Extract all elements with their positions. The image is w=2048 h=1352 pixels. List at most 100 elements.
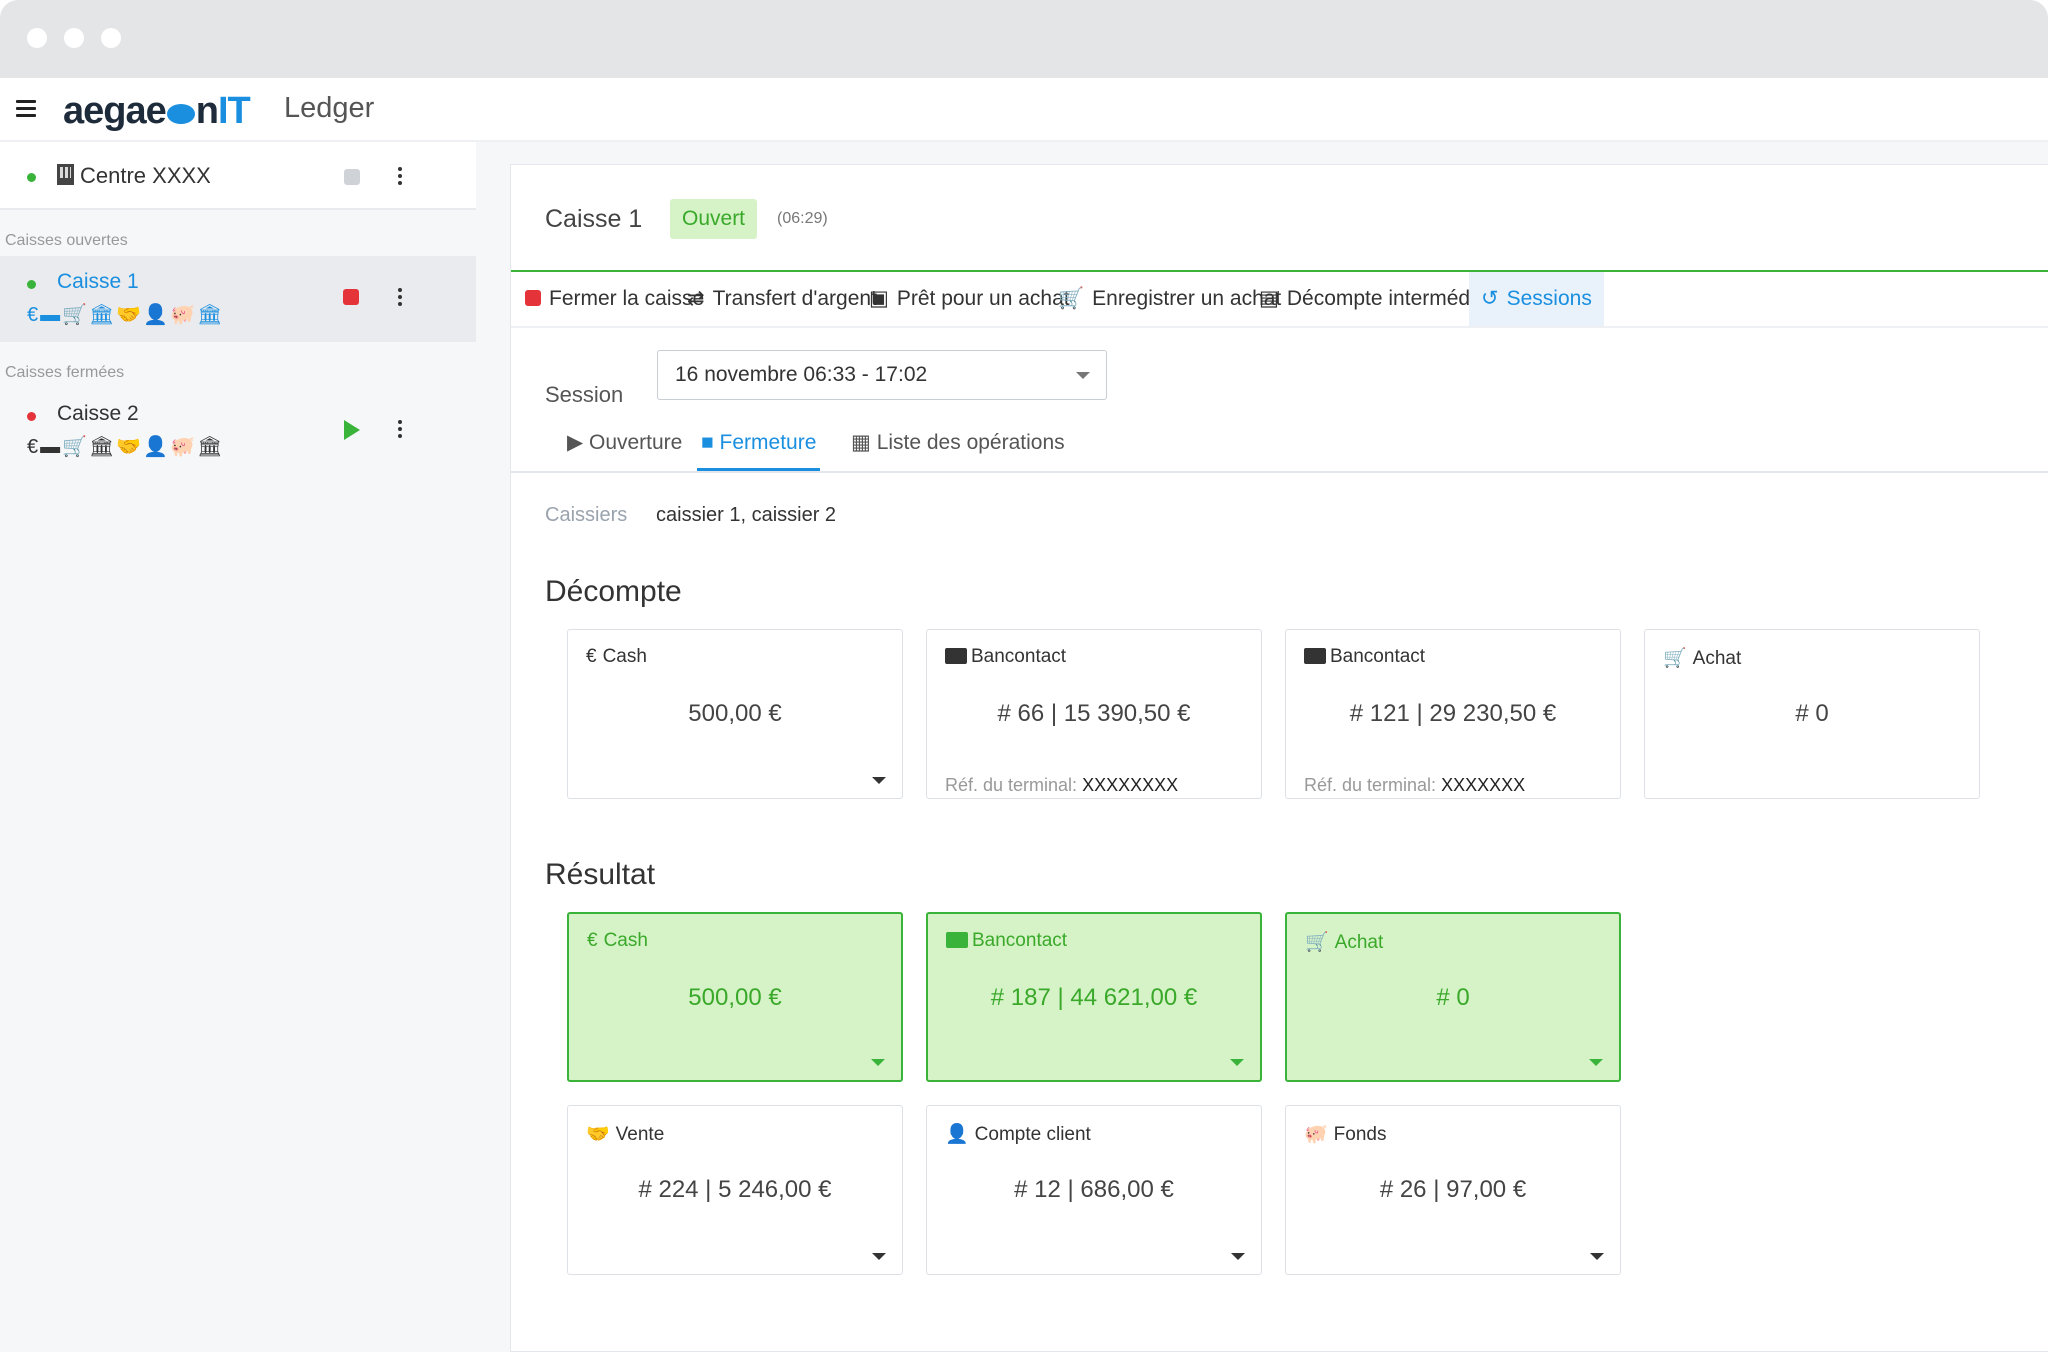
card-value: # 187 | 44 621,00 € bbox=[990, 984, 1198, 1011]
logo: aegae nIT bbox=[63, 90, 251, 132]
session-value: 16 novembre 06:33 - 17:02 bbox=[675, 363, 928, 386]
purchase-loan-button[interactable]: ▣ Prêt pour un achat bbox=[869, 272, 1070, 326]
card-value: # 66 | 15 390,50 € bbox=[997, 700, 1191, 727]
action-toolbar: Fermer la caisse ⇄ Transfert d'argent ▣ Pr… bbox=[511, 272, 2048, 328]
count-card-purchase[interactable]: 🛒 Achat # 0 bbox=[1644, 629, 1980, 799]
center-status-square bbox=[344, 169, 360, 185]
result-card-sale[interactable]: 🤝 Vente # 224 | 5 246,00 € bbox=[567, 1105, 903, 1275]
card-title: Bancontact bbox=[1330, 646, 1426, 667]
result-card-bancontact[interactable]: Bancontact # 187 | 44 621,00 € bbox=[926, 912, 1262, 1082]
closed-registers-label: Caisses fermées bbox=[5, 364, 125, 381]
card-title: Fonds bbox=[1333, 1124, 1387, 1145]
count-heading: Décompte bbox=[545, 575, 682, 608]
register-item-caisse-2[interactable]: Caisse 2 €▬🛒🏛🤝👤🐖🏛 bbox=[0, 388, 476, 474]
card-title: Vente bbox=[615, 1124, 665, 1145]
card-title: Bancontact bbox=[971, 646, 1067, 667]
transfer-money-button[interactable]: ⇄ Transfert d'argent bbox=[687, 272, 877, 326]
chevron-down-icon[interactable] bbox=[872, 777, 886, 784]
chevron-down-icon[interactable] bbox=[1231, 1253, 1245, 1260]
register-capabilities-icons: €▬🛒🏛🤝👤🐖🏛 bbox=[27, 436, 225, 458]
register-more-icon[interactable] bbox=[397, 420, 403, 440]
chevron-down-icon bbox=[1076, 372, 1090, 379]
card-title: Cash bbox=[602, 646, 647, 667]
menu-icon[interactable] bbox=[16, 100, 36, 118]
window-titlebar bbox=[0, 0, 2048, 78]
main-area: Caisse 1 Ouvert (06:29) Fermer la caisse… bbox=[476, 142, 2048, 1352]
tab-operations[interactable]: ▦ Liste des opérations bbox=[851, 423, 1065, 471]
play-icon[interactable] bbox=[344, 420, 360, 440]
chevron-down-icon[interactable] bbox=[871, 1059, 885, 1066]
stop-icon: ■ bbox=[701, 431, 720, 454]
stop-icon bbox=[525, 290, 541, 306]
window-close-dot[interactable] bbox=[27, 28, 47, 48]
register-more-icon[interactable] bbox=[397, 288, 403, 308]
chevron-down-icon[interactable] bbox=[1590, 1253, 1604, 1260]
handshake-icon: 🤝 bbox=[586, 1124, 610, 1145]
count-card-bancontact-2[interactable]: Bancontact # 121 | 29 230,50 € Réf. du t… bbox=[1285, 629, 1621, 799]
cart-icon: 🛒 bbox=[1058, 287, 1085, 310]
card-value: 500,00 € bbox=[688, 984, 782, 1011]
tab-opening[interactable]: ▶ Ouverture bbox=[567, 423, 682, 471]
status-dot-open bbox=[27, 173, 36, 182]
result-card-customer-account[interactable]: 👤 Compte client # 12 | 686,00 € bbox=[926, 1105, 1262, 1275]
user-icon: 👤 bbox=[945, 1124, 969, 1145]
cart-icon: 🛒 bbox=[1663, 648, 1687, 669]
clipboard-icon: ▦ bbox=[851, 431, 877, 454]
window-maximize-dot[interactable] bbox=[101, 28, 121, 48]
app-header: aegae nIT Ledger bbox=[0, 78, 2048, 142]
cart-icon: 🛒 bbox=[1305, 932, 1329, 953]
result-card-funds[interactable]: 🐖 Fonds # 26 | 97,00 € bbox=[1285, 1105, 1621, 1275]
app-title: Ledger bbox=[284, 92, 375, 124]
count-card-bancontact-1[interactable]: Bancontact # 66 | 15 390,50 € Réf. du te… bbox=[926, 629, 1262, 799]
chevron-down-icon[interactable] bbox=[872, 1253, 886, 1260]
sessions-button[interactable]: ↺ Sessions bbox=[1469, 272, 1604, 326]
card-value: # 12 | 686,00 € bbox=[1014, 1176, 1174, 1203]
piggy-bank-icon: 🐖 bbox=[1304, 1124, 1328, 1145]
chevron-down-icon[interactable] bbox=[1589, 1059, 1603, 1066]
card-icon bbox=[945, 648, 967, 664]
card-value: # 224 | 5 246,00 € bbox=[638, 1176, 832, 1203]
open-registers-label: Caisses ouvertes bbox=[5, 232, 128, 249]
play-icon: ▶ bbox=[567, 431, 589, 454]
tab-closing[interactable]: ■ Fermeture bbox=[697, 423, 821, 471]
terminal-ref: Réf. du terminal: XXXXXXXX bbox=[945, 775, 1179, 795]
register-item-caisse-1[interactable]: Caisse 1 €▬🛒🏛🤝👤🐖🏛 bbox=[0, 256, 476, 342]
card-value: # 0 bbox=[1795, 700, 1829, 727]
status-dot-closed bbox=[27, 412, 36, 421]
card-value: # 121 | 29 230,50 € bbox=[1349, 700, 1557, 727]
close-register-button[interactable]: Fermer la caisse bbox=[525, 272, 704, 326]
center-selector[interactable]: Centre XXXX bbox=[0, 142, 476, 210]
open-duration: (06:29) bbox=[777, 210, 828, 227]
result-card-cash[interactable]: € Cash 500,00 € bbox=[567, 912, 903, 1082]
card-title: Cash bbox=[603, 930, 648, 951]
stop-icon[interactable] bbox=[343, 289, 359, 305]
count-card-cash[interactable]: € Cash 500,00 € bbox=[567, 629, 903, 799]
card-value: 500,00 € bbox=[688, 700, 782, 727]
register-name: Caisse 1 bbox=[57, 270, 139, 293]
register-panel: Caisse 1 Ouvert (06:29) Fermer la caisse… bbox=[510, 164, 2048, 1352]
chevron-down-icon[interactable] bbox=[1230, 1059, 1244, 1066]
result-card-purchase[interactable]: 🛒 Achat # 0 bbox=[1285, 912, 1621, 1082]
card-title: Achat bbox=[1692, 648, 1742, 669]
center-name: Centre XXXX bbox=[80, 163, 211, 188]
sidebar: Centre XXXX Caisses ouvertes Caisse 1 €▬… bbox=[0, 142, 476, 1352]
card-title: Bancontact bbox=[972, 930, 1068, 951]
result-heading: Résultat bbox=[545, 858, 656, 891]
register-purchase-button[interactable]: 🛒 Enregistrer un achat bbox=[1058, 272, 1281, 326]
terminal-ref: Réf. du terminal: XXXXXXX bbox=[1304, 775, 1526, 795]
register-capabilities-icons: €▬🛒🏛🤝👤🐖🏛 bbox=[27, 304, 225, 326]
calculator-icon: ▤ bbox=[1259, 287, 1279, 310]
session-select[interactable]: 16 novembre 06:33 - 17:02 bbox=[657, 350, 1107, 400]
money-icon: ▣ bbox=[869, 287, 889, 310]
cashiers-value: caissier 1, caissier 2 bbox=[656, 504, 837, 526]
status-badge: Ouvert bbox=[670, 199, 758, 239]
center-more-icon[interactable] bbox=[397, 167, 403, 187]
window-minimize-dot[interactable] bbox=[64, 28, 84, 48]
history-icon: ↺ bbox=[1481, 287, 1499, 310]
session-tabs: ▶ Ouverture ■ Fermeture ▦ Liste des opér… bbox=[511, 423, 2048, 473]
card-title: Compte client bbox=[974, 1124, 1091, 1145]
card-icon bbox=[946, 932, 968, 948]
register-name: Caisse 2 bbox=[57, 402, 139, 425]
euro-icon: € bbox=[586, 646, 597, 667]
card-icon bbox=[1304, 648, 1326, 664]
